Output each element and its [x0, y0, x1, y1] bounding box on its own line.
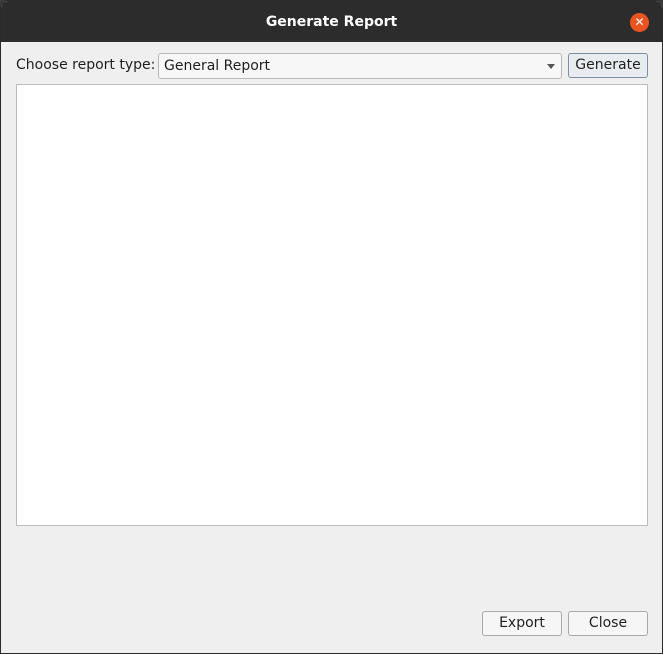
generate-report-dialog: Generate Report ✕ Choose report type: Ge…: [0, 0, 663, 654]
report-type-select[interactable]: General Report: [158, 53, 562, 79]
export-button[interactable]: Export: [482, 611, 562, 636]
window-title: Generate Report: [265, 14, 398, 30]
chevron-down-icon: [547, 64, 555, 69]
close-icon[interactable]: ✕: [630, 13, 649, 32]
close-button[interactable]: Close: [568, 611, 648, 636]
generate-button[interactable]: Generate: [568, 53, 648, 78]
report-type-label: Choose report type:: [16, 57, 156, 73]
report-type-value: General Report: [164, 58, 271, 74]
title-bar[interactable]: Generate Report ✕: [1, 1, 662, 42]
report-output-area[interactable]: [16, 84, 648, 526]
